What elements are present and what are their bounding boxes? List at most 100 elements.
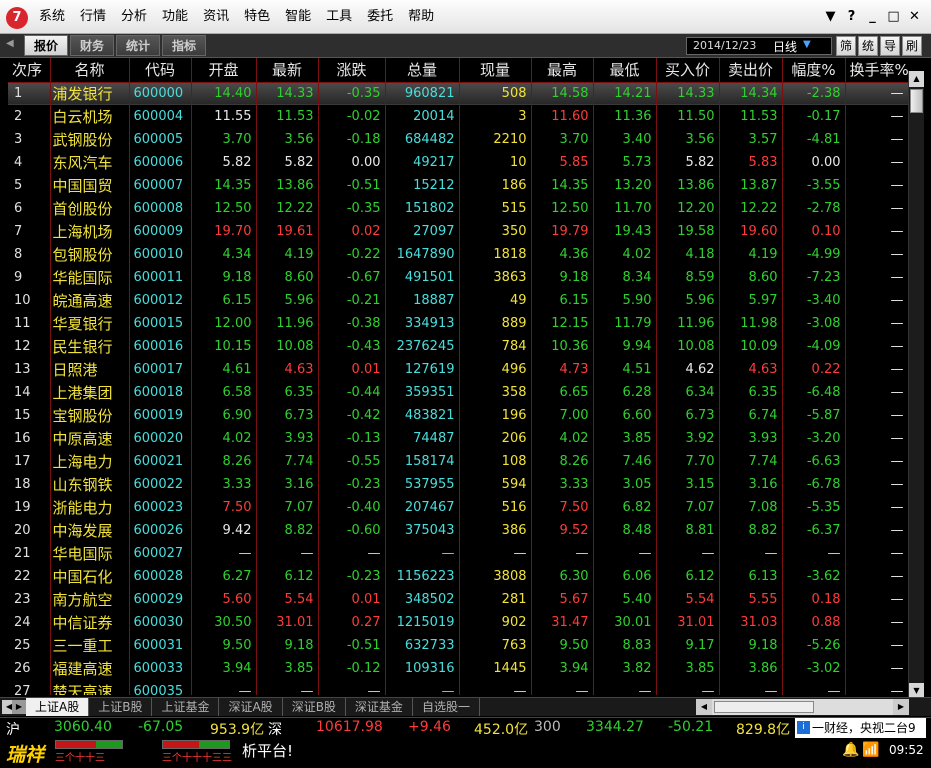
column-header-last[interactable]: 最新 <box>256 58 319 83</box>
menu-item-3[interactable]: 功能 <box>162 0 188 34</box>
cell-chg: -0.18 <box>318 128 386 151</box>
menu-dropdown-icon[interactable]: ▼ <box>820 8 841 26</box>
menu-item-1[interactable]: 行情 <box>80 0 106 34</box>
cell-last: 3.85 <box>256 657 319 680</box>
minimize-icon[interactable]: _ <box>862 8 883 26</box>
column-header-low[interactable]: 最低 <box>593 58 657 83</box>
horizontal-scrollbar[interactable]: ◀ ▶ <box>696 699 909 715</box>
table-row[interactable]: 9 华能国际 600011 9.18 8.60 -0.67 491501 3863 9.18 8.… <box>8 266 908 289</box>
table-row[interactable]: 13 日照港 600017 4.61 4.63 0.01 127619 496 4.73 4.51… <box>8 358 908 381</box>
table-row[interactable]: 1 浦发银行 600000 14.40 14.33 -0.35 960821 508 14.58… <box>8 82 908 105</box>
sh-label: 沪 <box>6 722 20 738</box>
tab-3[interactable]: 指标 <box>162 35 206 56</box>
toolbar-button-3[interactable]: 刷 <box>902 36 922 56</box>
sheet-tab-0[interactable]: 上证A股 <box>26 698 90 716</box>
cell-ask: 5.83 <box>719 151 783 174</box>
sheet-next-icon[interactable]: ▶ <box>12 700 26 714</box>
menu-item-6[interactable]: 智能 <box>285 0 311 34</box>
table-row[interactable]: 3 武钢股份 600005 3.70 3.56 -0.18 684482 2210 3.70 3.… <box>8 128 908 151</box>
sheet-tab-6[interactable]: 自选股一 <box>413 698 480 716</box>
cell-open: 9.18 <box>191 266 257 289</box>
table-row[interactable]: 23 南方航空 600029 5.60 5.54 0.01 348502 281 5.67 5.4… <box>8 588 908 611</box>
table-row[interactable]: 7 上海机场 600009 19.70 19.61 0.02 27097 350 19.79 19… <box>8 220 908 243</box>
scroll-thumb[interactable] <box>910 89 923 113</box>
column-header-high[interactable]: 最高 <box>531 58 594 83</box>
cell-ask: 9.18 <box>719 634 783 657</box>
table-row[interactable]: 16 中原高速 600020 4.02 3.93 -0.13 74487 206 4.02 3.8… <box>8 427 908 450</box>
sheet-tab-4[interactable]: 深证B股 <box>283 698 346 716</box>
menu-item-7[interactable]: 工具 <box>326 0 352 34</box>
tab-1[interactable]: 财务 <box>70 35 114 56</box>
table-row[interactable]: 15 宝钢股份 600019 6.90 6.73 -0.42 483821 196 7.00 6.… <box>8 404 908 427</box>
period-dropdown-icon[interactable]: ▼ <box>803 39 811 50</box>
column-header-turn[interactable]: 换手率% <box>845 58 908 83</box>
column-header-name[interactable]: 名称 <box>50 58 130 83</box>
toolbar-button-1[interactable]: 统 <box>858 36 878 56</box>
date-period-selector[interactable]: 2014/12/23 日线 ▼ <box>686 37 832 55</box>
column-header-cur[interactable]: 现量 <box>459 58 532 83</box>
column-header-chg[interactable]: 涨跌 <box>318 58 386 83</box>
scroll-right-icon[interactable]: ▶ <box>893 699 909 715</box>
table-row[interactable]: 22 中国石化 600028 6.27 6.12 -0.23 1156223 3808 6.30… <box>8 565 908 588</box>
table-row[interactable]: 8 包钢股份 600010 4.34 4.19 -0.22 1647890 1818 4.36 4… <box>8 243 908 266</box>
sheet-tab-3[interactable]: 深证A股 <box>219 698 283 716</box>
column-header-code[interactable]: 代码 <box>129 58 192 83</box>
vertical-scrollbar[interactable]: ▲ ▼ <box>908 71 924 699</box>
cell-last: 31.01 <box>256 611 319 634</box>
sheet-tab-5[interactable]: 深证基金 <box>346 698 413 716</box>
table-row[interactable]: 4 东风汽车 600006 5.82 5.82 0.00 49217 10 5.85 5.73 5.… <box>8 151 908 174</box>
column-header-open[interactable]: 开盘 <box>191 58 257 83</box>
help-icon[interactable]: ? <box>841 8 862 26</box>
table-row[interactable]: 24 中信证券 600030 30.50 31.01 0.27 1215019 902 31.4… <box>8 611 908 634</box>
sheet-tab-1[interactable]: 上证B股 <box>89 698 153 716</box>
table-row[interactable]: 19 浙能电力 600023 7.50 7.07 -0.40 207467 516 7.50 6.… <box>8 496 908 519</box>
close-icon[interactable]: ✕ <box>904 8 925 26</box>
maximize-icon[interactable]: □ <box>883 8 904 26</box>
toolbar-button-0[interactable]: 筛 <box>836 36 856 56</box>
table-row[interactable]: 14 上港集团 600018 6.58 6.35 -0.44 359351 358 6.65 6.… <box>8 381 908 404</box>
table-row[interactable]: 18 山东钢铁 600022 3.33 3.16 -0.23 537955 594 3.33 3.… <box>8 473 908 496</box>
table-row[interactable]: 12 民生银行 600016 10.15 10.08 -0.43 2376245 784 10.… <box>8 335 908 358</box>
table-row[interactable]: 2 白云机场 600004 11.55 11.53 -0.02 20014 3 11.60 11.… <box>8 105 908 128</box>
cell-chg: — <box>318 542 386 565</box>
table-row[interactable]: 20 中海发展 600026 9.42 8.82 -0.60 375043 386 9.52 8.… <box>8 519 908 542</box>
alarm-icon[interactable]: 🔔 <box>842 742 859 758</box>
app-logo[interactable]: 7 <box>6 7 28 29</box>
hs300-index: 3344.27 <box>586 719 644 735</box>
column-header-rank[interactable]: 次序 <box>8 58 51 83</box>
cell-chg: — <box>318 680 386 695</box>
table-row[interactable]: 27 楚天高速 600035— — — — — — — — — — — <box>8 680 908 695</box>
scroll-up-icon[interactable]: ▲ <box>909 71 924 87</box>
table-row[interactable]: 11 华夏银行 600015 12.00 11.96 -0.38 334913 889 12.1… <box>8 312 908 335</box>
table-row[interactable]: 5 中国国贸 600007 14.35 13.86 -0.51 15212 186 14.35 1… <box>8 174 908 197</box>
tab-0[interactable]: 报价 <box>24 35 68 56</box>
cell-pct: -3.20 <box>782 427 846 450</box>
cell-cur: 508 <box>459 82 532 105</box>
connection-icon[interactable]: 📶 <box>862 742 879 758</box>
menu-item-2[interactable]: 分析 <box>121 0 147 34</box>
table-row[interactable]: 26 福建高速 600033 3.94 3.85 -0.12 109316 1445 3.94 3… <box>8 657 908 680</box>
column-header-ask[interactable]: 卖出价 <box>719 58 783 83</box>
toolbar-button-2[interactable]: 导 <box>880 36 900 56</box>
table-row[interactable]: 17 上海电力 600021 8.26 7.74 -0.55 158174 108 8.26 7.… <box>8 450 908 473</box>
menu-item-0[interactable]: 系统 <box>39 0 65 34</box>
cell-name: 中国国贸 <box>50 174 130 197</box>
menu-item-8[interactable]: 委托 <box>367 0 393 34</box>
toolbar-scroll-left-icon[interactable]: ◀ <box>6 38 14 49</box>
table-row[interactable]: 21 华电国际 600027— — — — — — — — — — — <box>8 542 908 565</box>
table-row[interactable]: 10 皖通高速 600012 6.15 5.96 -0.21 18887 49 6.15 5.90… <box>8 289 908 312</box>
hscroll-thumb[interactable] <box>714 701 814 713</box>
tab-2[interactable]: 统计 <box>116 35 160 56</box>
menu-item-9[interactable]: 帮助 <box>408 0 434 34</box>
table-row[interactable]: 6 首创股份 600008 12.50 12.22 -0.35 151802 515 12.50… <box>8 197 908 220</box>
column-header-vol[interactable]: 总量 <box>385 58 460 83</box>
scroll-left-icon[interactable]: ◀ <box>696 699 712 715</box>
sheet-tab-2[interactable]: 上证基金 <box>152 698 220 716</box>
news-ticker[interactable]: i 一财经，央视二台9 <box>795 718 926 738</box>
column-header-pct[interactable]: 幅度% <box>782 58 846 83</box>
table-row[interactable]: 25 三一重工 600031 9.50 9.18 -0.51 632733 763 9.50 8.… <box>8 634 908 657</box>
menu-item-4[interactable]: 资讯 <box>203 0 229 34</box>
column-header-bid[interactable]: 买入价 <box>656 58 720 83</box>
menu-item-5[interactable]: 特色 <box>244 0 270 34</box>
quote-table: 次序 名称 代码 开盘 最新 涨跌 总量 现量 最高 最低 买入价 卖出价 幅度% 换手率% 1 浦发银行 6… <box>8 58 908 695</box>
